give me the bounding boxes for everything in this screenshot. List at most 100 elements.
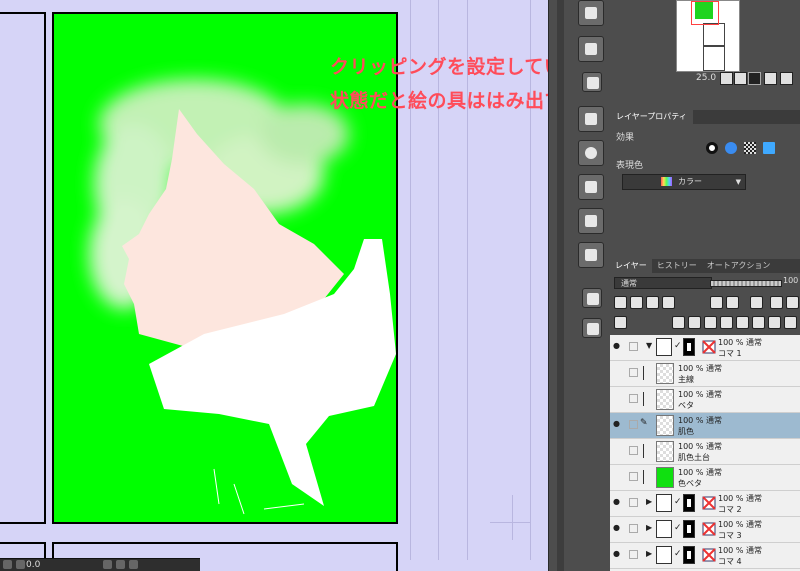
canvas-area[interactable]: クリッピングを設定していない 状態だと絵の具ははみ出ている 0.0 (0, 0, 548, 571)
border-effect-icon[interactable] (706, 142, 718, 154)
palette-icon[interactable] (578, 106, 604, 132)
image-icon[interactable] (578, 208, 604, 234)
annotation-line-2: 状態だと絵の具ははみ出ている (330, 90, 548, 112)
layer-row[interactable]: 100 % 通常 ベタ (610, 387, 800, 413)
reference-icon[interactable] (630, 296, 643, 309)
navigator-thumbnail[interactable] (676, 0, 740, 72)
eye-icon[interactable]: ● (613, 549, 622, 558)
move-down-icon[interactable] (720, 316, 733, 329)
new-folder-icon[interactable] (704, 316, 717, 329)
layer-name[interactable]: コマ 2 (718, 504, 742, 515)
lock-icon[interactable] (646, 296, 659, 309)
layer-list-icon[interactable] (614, 316, 627, 329)
layer-tool-icon[interactable] (786, 296, 799, 309)
layer-name[interactable]: 主線 (678, 374, 694, 385)
chevron-down-icon[interactable]: ▼ (646, 341, 652, 350)
cube-icon[interactable] (582, 288, 602, 308)
move-up-icon[interactable] (736, 316, 749, 329)
mask-thumbnail[interactable] (683, 338, 695, 356)
layer-thumbnail (656, 467, 674, 488)
layer-folder-row[interactable]: ● ▶ ✓ 100 % 通常 コマ 4 (610, 543, 800, 569)
zoom-in-icon[interactable] (720, 72, 733, 85)
merge-icon[interactable] (752, 316, 765, 329)
layer-row[interactable]: 100 % 通常 主線 (610, 361, 800, 387)
speech-balloon-icon[interactable] (578, 140, 604, 166)
blend-mode-select[interactable]: 通常 (614, 277, 712, 289)
rotate-right-icon[interactable] (116, 560, 126, 569)
person-icon[interactable] (582, 318, 602, 338)
new-vector-layer-icon[interactable] (688, 316, 701, 329)
opacity-value[interactable]: 100 (783, 276, 798, 285)
chevron-right-icon[interactable]: ▶ (646, 497, 652, 506)
crop-mark (512, 495, 513, 540)
layer-tool-icon[interactable] (726, 296, 739, 309)
chevron-right-icon[interactable]: ▶ (646, 549, 652, 558)
comic-frame-left[interactable] (0, 12, 46, 524)
mask-disabled-icon[interactable] (702, 340, 716, 354)
layer-name[interactable]: コマ 1 (718, 348, 742, 359)
navigator-view-rect[interactable] (691, 1, 719, 25)
opacity-slider[interactable] (710, 280, 782, 287)
tab-layer[interactable]: レイヤー (610, 259, 652, 273)
layer-tool-icon[interactable] (770, 296, 783, 309)
tab-history[interactable]: ヒストリー (652, 259, 702, 273)
layer-property-panel: 効果 表現色 カラー ▼ (610, 124, 800, 259)
eye-icon[interactable]: ● (613, 341, 622, 350)
edit-icon[interactable] (578, 242, 604, 268)
layer-tool-icon[interactable] (710, 296, 723, 309)
zoom-out-icon[interactable] (734, 72, 747, 85)
layer-name[interactable]: ベタ (678, 400, 694, 411)
close-icon[interactable] (582, 72, 602, 92)
layer-name[interactable]: コマ 4 (718, 556, 742, 567)
status-icon[interactable] (3, 560, 12, 569)
mask-disabled-icon[interactable] (702, 548, 716, 562)
mask-thumbnail[interactable] (683, 494, 695, 512)
layer-tool-icon[interactable] (750, 296, 763, 309)
navigator-zoom[interactable]: 25.0 (696, 73, 716, 83)
mask-disabled-icon[interactable] (702, 496, 716, 510)
layer-name[interactable]: コマ 3 (718, 530, 742, 541)
layer-name[interactable]: 肌色 (678, 426, 694, 437)
layer-row-selected[interactable]: ● ✎ 100 % 通常 肌色 (610, 413, 800, 439)
expression-color-label: 表現色 (616, 161, 644, 171)
effect-label: 効果 (616, 133, 635, 143)
zoom-value[interactable]: 0.0 (26, 560, 40, 570)
palette-icon[interactable] (578, 0, 604, 26)
eye-icon[interactable]: ● (613, 419, 622, 428)
crop-mark (490, 522, 530, 523)
fit-icon[interactable] (748, 72, 761, 85)
mask-disabled-icon[interactable] (702, 522, 716, 536)
flip-icon[interactable] (780, 72, 793, 85)
status-icon[interactable] (16, 560, 25, 569)
layer-folder-row[interactable]: ● ▶ ✓ 100 % 通常 コマ 3 (610, 517, 800, 543)
heart-icon[interactable] (578, 174, 604, 200)
eye-icon[interactable]: ● (613, 497, 622, 506)
new-raster-layer-icon[interactable] (672, 316, 685, 329)
palette-icon[interactable] (578, 36, 604, 62)
layer-folder-row[interactable]: ● ▶ ✓ 100 % 通常 コマ 2 (610, 491, 800, 517)
delete-layer-icon[interactable] (784, 316, 797, 329)
tab-auto-action[interactable]: オートアクション (702, 259, 776, 273)
layer-folder-row[interactable]: ● ▼ ✓ 100 % 通常 コマ 1 (610, 335, 800, 361)
clipping-icon[interactable] (614, 296, 627, 309)
mask-icon[interactable] (768, 316, 781, 329)
layer-row[interactable]: 100 % 通常 色ベタ (610, 465, 800, 491)
mask-thumbnail[interactable] (683, 546, 695, 564)
layer-name[interactable]: 色ベタ (678, 478, 702, 489)
rotate-left-icon[interactable] (103, 560, 113, 569)
layer-panel-header: レイヤー ヒストリー オートアクション (610, 259, 800, 273)
chevron-right-icon[interactable]: ▶ (646, 523, 652, 532)
palette-color-icon[interactable] (662, 296, 675, 309)
tone-icon[interactable] (743, 142, 756, 154)
tab-layer-property[interactable]: レイヤープロパティ (610, 110, 693, 124)
layer-thumbnail (656, 363, 674, 384)
reset-icon[interactable] (129, 560, 139, 569)
layer-color-icon[interactable] (762, 142, 775, 154)
mask-thumbnail[interactable] (683, 520, 695, 538)
layer-name[interactable]: 肌色土台 (678, 452, 710, 463)
layer-row[interactable]: 100 % 通常 肌色土台 (610, 439, 800, 465)
extract-line-icon[interactable] (724, 142, 737, 154)
actual-size-icon[interactable] (764, 72, 777, 85)
eye-icon[interactable]: ● (613, 523, 622, 532)
expression-color-select[interactable]: カラー ▼ (622, 174, 746, 190)
